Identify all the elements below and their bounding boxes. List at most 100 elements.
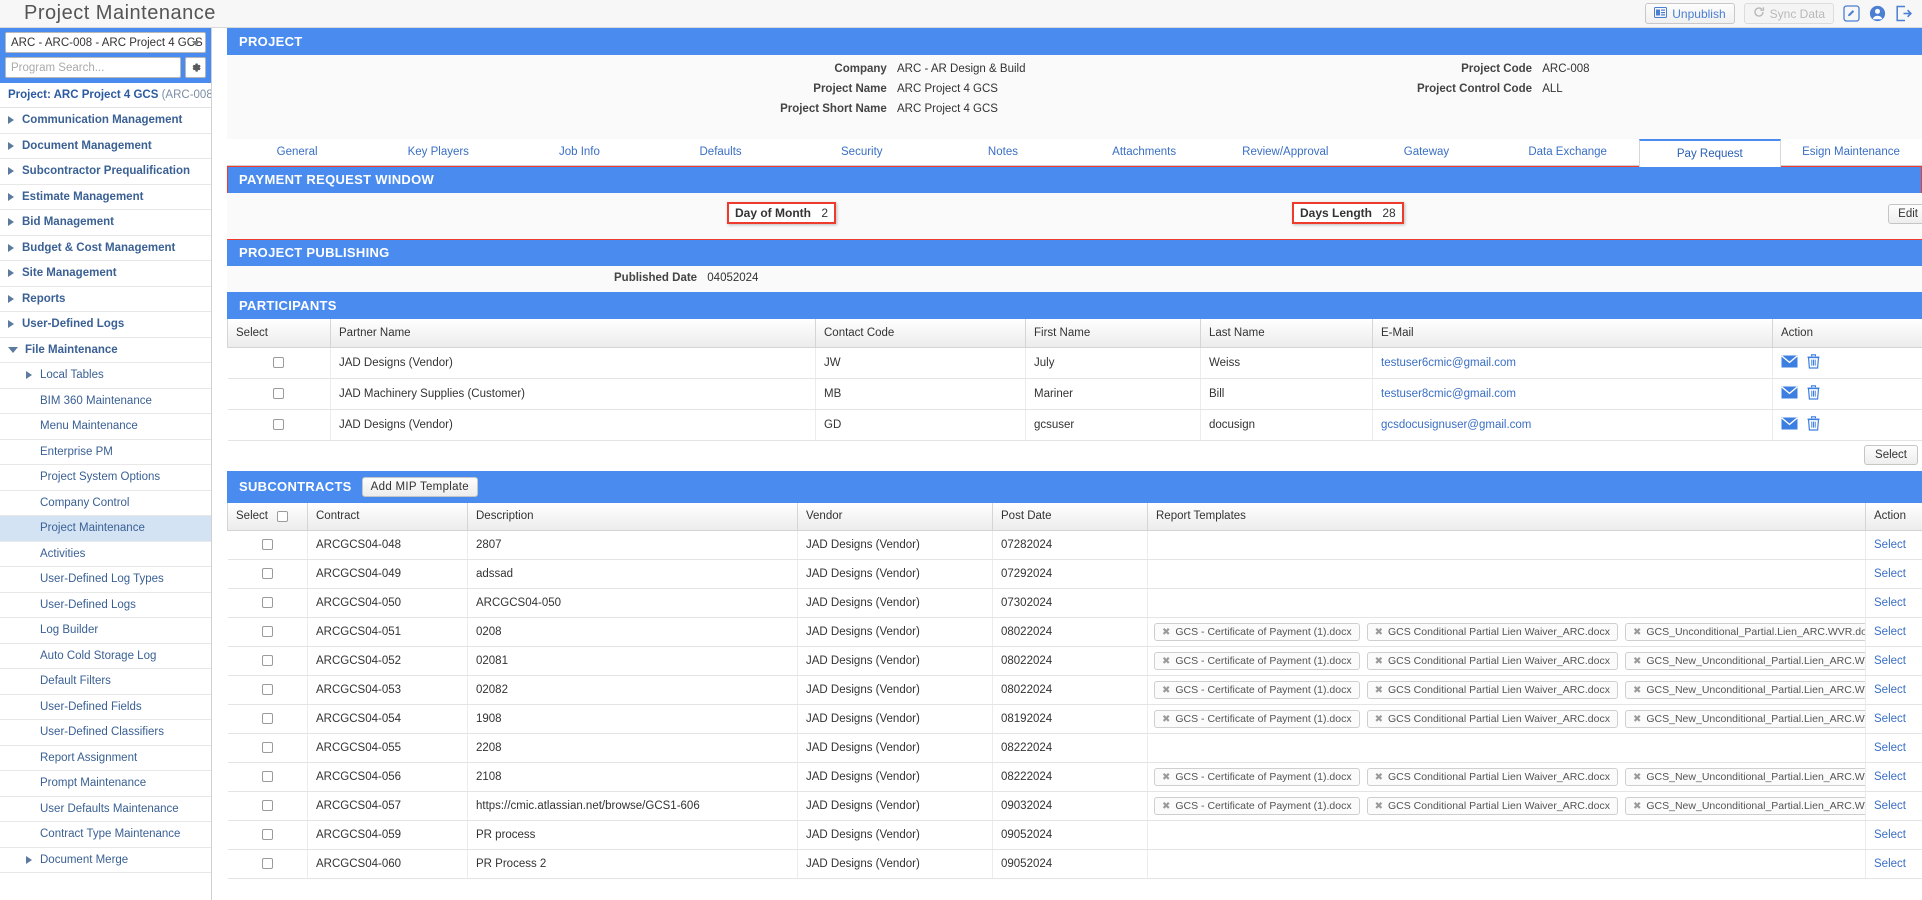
add-mip-template-button[interactable]: Add MIP Template [361, 476, 479, 497]
report-template-chip[interactable]: ✖ GCS Conditional Partial Lien Waiver_ARC… [1366, 652, 1618, 670]
select-link[interactable]: Select [1874, 713, 1906, 725]
remove-icon[interactable]: ✖ [1162, 685, 1170, 696]
sidebar-item-bim-360-maintenance[interactable]: BIM 360 Maintenance [0, 389, 211, 414]
sidebar-item-file-maintenance[interactable]: File Maintenance [0, 338, 211, 363]
row-checkbox[interactable] [261, 713, 273, 725]
project-select[interactable]: ARC - ARC-008 - ARC Project 4 GCS [5, 32, 206, 53]
sidebar-item-communication-management[interactable]: Communication Management [0, 108, 211, 134]
report-template-chip[interactable]: ✖ GCS - Certificate of Payment (1).docx [1154, 768, 1360, 786]
remove-icon[interactable]: ✖ [1633, 772, 1641, 783]
remove-icon[interactable]: ✖ [1633, 685, 1641, 696]
logout-icon[interactable] [1895, 5, 1912, 22]
tab-review-approval[interactable]: Review/Approval [1215, 139, 1356, 165]
report-template-chip[interactable]: ✖ GCS_New_Unconditional_Partial.Lien_ARC.… [1624, 652, 1865, 670]
select-link[interactable]: Select [1874, 771, 1906, 783]
report-template-chip[interactable]: ✖ GCS - Certificate of Payment (1).docx [1154, 710, 1360, 728]
report-template-chip[interactable]: ✖ GCS - Certificate of Payment (1).docx [1154, 623, 1360, 641]
email-link[interactable]: testuser8cmic@gmail.com [1381, 388, 1516, 400]
remove-icon[interactable]: ✖ [1162, 627, 1170, 638]
report-template-chip[interactable]: ✖ GCS - Certificate of Payment (1).docx [1154, 797, 1360, 815]
remove-icon[interactable]: ✖ [1162, 772, 1170, 783]
remove-icon[interactable]: ✖ [1633, 714, 1641, 725]
tab-esign-maintenance[interactable]: Esign Maintenance [1781, 139, 1922, 165]
days-length-field[interactable]: Days Length 28 [1292, 202, 1404, 224]
report-template-chip[interactable]: ✖ GCS - Certificate of Payment (1).docx [1154, 652, 1360, 670]
select-all-checkbox[interactable] [277, 510, 289, 522]
sidebar-item-user-defined-classifiers[interactable]: User-Defined Classifiers [0, 720, 211, 746]
sidebar-item-user-defined-log-types[interactable]: User-Defined Log Types [0, 567, 211, 593]
tab-key-players[interactable]: Key Players [368, 139, 509, 165]
tab-general[interactable]: General [227, 139, 368, 165]
select-link[interactable]: Select [1874, 800, 1906, 812]
report-template-chip[interactable]: ✖ GCS_New_Unconditional_Partial.Lien_ARC.… [1624, 768, 1865, 786]
remove-icon[interactable]: ✖ [1633, 801, 1641, 812]
tab-security[interactable]: Security [792, 139, 933, 165]
sidebar-item-document-merge[interactable]: Document Merge [0, 848, 211, 873]
sidebar-item-activities[interactable]: Activities [0, 542, 211, 567]
tab-gateway[interactable]: Gateway [1356, 139, 1497, 165]
report-template-chip[interactable]: ✖ GCS - Certificate of Payment (1).docx [1154, 681, 1360, 699]
row-checkbox[interactable] [261, 800, 273, 812]
select-link[interactable]: Select [1874, 568, 1906, 580]
sidebar-item-subcontractor-prequalification[interactable]: Subcontractor Prequalification [0, 159, 211, 185]
row-checkbox[interactable] [261, 858, 273, 870]
sidebar-item-estimate-management[interactable]: Estimate Management [0, 185, 211, 210]
sidebar-item-user-defined-logs[interactable]: User-Defined Logs [0, 593, 211, 618]
sidebar-item-company-control[interactable]: Company Control [0, 491, 211, 516]
sidebar-item-user-defaults-maintenance[interactable]: User Defaults Maintenance [0, 797, 211, 822]
unpublish-button[interactable]: Unpublish [1645, 3, 1735, 24]
remove-icon[interactable]: ✖ [1375, 685, 1383, 696]
search-input[interactable] [5, 57, 181, 78]
remove-icon[interactable]: ✖ [1375, 714, 1383, 725]
remove-icon[interactable]: ✖ [1162, 714, 1170, 725]
mail-icon[interactable] [1781, 416, 1798, 433]
tab-data-exchange[interactable]: Data Exchange [1498, 139, 1639, 165]
tab-job-info[interactable]: Job Info [509, 139, 650, 165]
row-checkbox[interactable] [273, 356, 285, 368]
remove-icon[interactable]: ✖ [1375, 627, 1383, 638]
row-checkbox[interactable] [261, 539, 273, 551]
gear-icon[interactable] [185, 57, 206, 78]
sidebar-item-prompt-maintenance[interactable]: Prompt Maintenance [0, 771, 211, 797]
report-template-chip[interactable]: ✖ GCS_Unconditional_Partial.Lien_ARC.WVR.… [1624, 623, 1865, 641]
trash-icon[interactable] [1807, 384, 1820, 403]
row-checkbox[interactable] [261, 568, 273, 580]
tab-defaults[interactable]: Defaults [651, 139, 792, 165]
trash-icon[interactable] [1807, 353, 1820, 372]
sidebar-item-document-management[interactable]: Document Management [0, 134, 211, 159]
sidebar-item-log-builder[interactable]: Log Builder [0, 618, 211, 644]
row-checkbox[interactable] [261, 829, 273, 841]
row-checkbox[interactable] [261, 597, 273, 609]
sidebar-item-site-management[interactable]: Site Management [0, 261, 211, 287]
day-of-month-field[interactable]: Day of Month 2 [727, 202, 837, 224]
remove-icon[interactable]: ✖ [1375, 801, 1383, 812]
report-template-chip[interactable]: ✖ GCS Conditional Partial Lien Waiver_ARC… [1366, 681, 1618, 699]
row-checkbox[interactable] [261, 684, 273, 696]
select-link[interactable]: Select [1874, 539, 1906, 551]
sidebar-item-auto-cold-storage-log[interactable]: Auto Cold Storage Log [0, 644, 211, 669]
mail-icon[interactable] [1781, 385, 1798, 402]
report-template-chip[interactable]: ✖ GCS Conditional Partial Lien Waiver_ARC… [1366, 710, 1618, 728]
remove-icon[interactable]: ✖ [1375, 656, 1383, 667]
row-checkbox[interactable] [261, 626, 273, 638]
participants-select-button[interactable]: Select [1864, 444, 1918, 465]
select-link[interactable]: Select [1874, 655, 1906, 667]
select-link[interactable]: Select [1874, 742, 1906, 754]
mail-icon[interactable] [1781, 354, 1798, 371]
tab-attachments[interactable]: Attachments [1074, 139, 1215, 165]
sidebar-item-bid-management[interactable]: Bid Management [0, 210, 211, 236]
sidebar-item-budget-cost-management[interactable]: Budget & Cost Management [0, 236, 211, 261]
report-template-chip[interactable]: ✖ GCS Conditional Partial Lien Waiver_ARC… [1366, 623, 1618, 641]
sidebar-item-reports[interactable]: Reports [0, 287, 211, 312]
report-template-chip[interactable]: ✖ GCS_New_Unconditional_Partial.Lien_ARC.… [1624, 710, 1865, 728]
select-link[interactable]: Select [1874, 684, 1906, 696]
remove-icon[interactable]: ✖ [1162, 801, 1170, 812]
sidebar-item-menu-maintenance[interactable]: Menu Maintenance [0, 414, 211, 440]
report-template-chip[interactable]: ✖ GCS Conditional Partial Lien Waiver_ARC… [1366, 768, 1618, 786]
edit-icon[interactable] [1843, 5, 1860, 22]
remove-icon[interactable]: ✖ [1633, 656, 1641, 667]
row-checkbox[interactable] [261, 655, 273, 667]
report-template-chip[interactable]: ✖ GCS_New_Unconditional_Partial.Lien_ARC.… [1624, 681, 1865, 699]
remove-icon[interactable]: ✖ [1162, 656, 1170, 667]
trash-icon[interactable] [1807, 415, 1820, 434]
